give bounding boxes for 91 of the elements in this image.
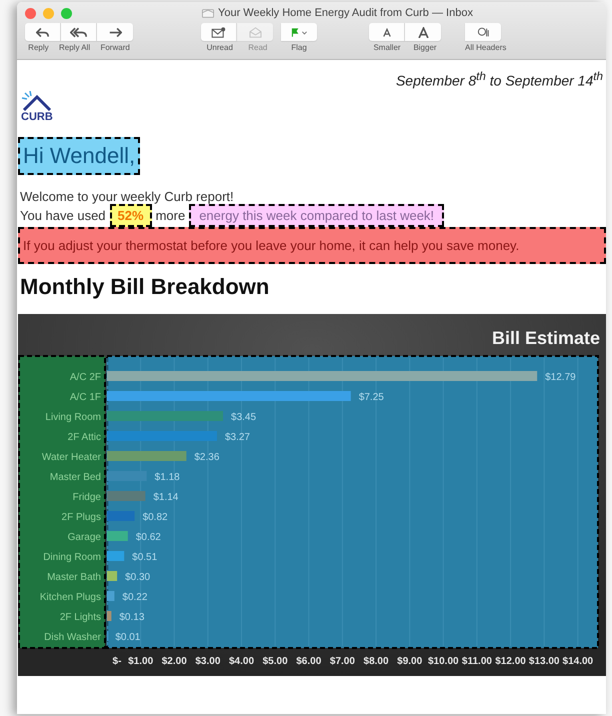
bar <box>107 550 124 561</box>
value-label: $3.27 <box>224 432 250 443</box>
axis-tick-label: $6.00 <box>296 656 322 667</box>
value-label: $1.14 <box>153 492 178 503</box>
toolbar-button[interactable] <box>25 23 61 41</box>
letter-icon <box>382 28 390 36</box>
usage-text: You have used <box>20 208 106 223</box>
toolbar-button[interactable] <box>201 23 237 41</box>
category-label: 2F Plugs <box>62 512 101 523</box>
value-label: $3.45 <box>231 412 256 423</box>
category-label: A/C 2F <box>70 372 101 383</box>
intro-text: Welcome to your weekly Curb report! <box>19 188 235 204</box>
bar <box>107 510 135 521</box>
toolbar-button[interactable] <box>281 23 317 41</box>
value-label: $0.13 <box>119 612 144 623</box>
axis-tick-label: $13.00 <box>528 656 560 667</box>
category-label: Master Bath <box>47 572 101 583</box>
toolbar-label: All Headers <box>465 43 506 52</box>
category-label: 2F Attic <box>68 432 101 443</box>
letter-icon <box>418 26 428 38</box>
open-envelope-icon <box>248 26 262 38</box>
axis-tick-label: $2.00 <box>162 656 187 667</box>
toolbar-label: Flag <box>291 43 307 52</box>
category-label: Garage <box>68 532 101 543</box>
axis-tick-label: $9.00 <box>397 656 422 667</box>
value-label: $0.62 <box>136 532 161 543</box>
toolbar-button[interactable] <box>97 23 133 41</box>
toolbar-button[interactable] <box>465 23 501 41</box>
toolbar-button[interactable] <box>369 23 405 41</box>
tip-banner: If you adjust your thermostat before you leave your home, it can help you save money. <box>18 226 606 264</box>
bar <box>107 530 128 541</box>
value-label: $7.25 <box>358 392 384 403</box>
toolbar-button[interactable] <box>61 23 97 41</box>
value-label: $1.18 <box>154 472 180 483</box>
axis-tick-label: $3.00 <box>195 656 220 667</box>
axis-tick-label: $10.00 <box>428 656 459 667</box>
greeting: Hi Wendell, <box>18 136 140 175</box>
toolbar-label: Bigger <box>413 43 437 52</box>
category-label: Water Heater <box>42 452 101 463</box>
toolbar-label: Forward <box>100 43 130 52</box>
value-label: $12.79 <box>545 372 576 383</box>
category-label: 2F Lights <box>60 612 101 623</box>
bar <box>107 590 114 601</box>
category-label: Kitchen Plugs <box>40 592 101 603</box>
axis-tick-label: $14.00 <box>562 656 594 667</box>
category-label: Dish Washer <box>44 632 101 643</box>
usage-comparison: energy this week compared to last week! <box>189 204 444 227</box>
bar <box>107 490 146 501</box>
toolbar-label: Reply All <box>58 43 90 52</box>
close-button[interactable] <box>25 8 36 18</box>
bar <box>107 610 112 621</box>
axis-tick-label: $7.00 <box>330 656 355 667</box>
value-label: $0.30 <box>125 572 150 583</box>
double-arrow-icon <box>70 26 87 38</box>
axis-tick-label: $11.00 <box>462 656 492 667</box>
usage-percent: 52% <box>110 204 152 227</box>
toolbar-label: Unread <box>206 43 233 52</box>
envelope-icon <box>210 26 227 38</box>
bar <box>107 570 118 581</box>
chart-title: Bill Estimate <box>492 328 600 348</box>
logo-text: CURB <box>21 110 54 123</box>
category-label: A/C 1F <box>70 392 101 403</box>
toolbar-label: Reply <box>28 43 49 52</box>
forward-arrow-icon <box>108 26 122 38</box>
axis-tick-label: $5.00 <box>262 656 288 667</box>
axis-tick-label: $- <box>112 656 122 667</box>
usage-text: more <box>156 208 186 223</box>
category-label: Living Room <box>45 412 101 423</box>
axis-tick-label: $8.00 <box>364 656 389 667</box>
date-range: September 8$^{th}$ to September 14$^{th}$ <box>394 70 604 89</box>
flag-icon <box>290 26 308 38</box>
value-label: $0.22 <box>122 592 148 603</box>
value-label: $0.01 <box>115 632 140 643</box>
window-title: Your Weekly Home Energy Audit from Curb — Inbox <box>218 7 473 19</box>
category-label: Fridge <box>72 492 101 503</box>
headers-icon <box>476 26 490 38</box>
axis-tick-label: $4.00 <box>229 656 254 667</box>
toolbar-label: Read <box>248 43 268 52</box>
reply-arrow-icon <box>36 26 49 38</box>
category-label: Dining Room <box>43 552 101 563</box>
section-heading: Monthly Bill Breakdown <box>20 274 270 300</box>
toolbar-button[interactable] <box>405 23 441 41</box>
value-label: $0.51 <box>132 552 158 563</box>
axis-tick-label: $1.00 <box>128 656 154 667</box>
category-label: Master Bed <box>50 472 101 483</box>
envelope-icon <box>202 8 214 18</box>
toolbar-label: Smaller <box>373 43 401 52</box>
value-label: $0.82 <box>142 512 168 523</box>
axis-tick-label: $12.00 <box>495 656 526 667</box>
house-roof-icon <box>21 90 53 111</box>
value-label: $2.36 <box>194 452 220 463</box>
